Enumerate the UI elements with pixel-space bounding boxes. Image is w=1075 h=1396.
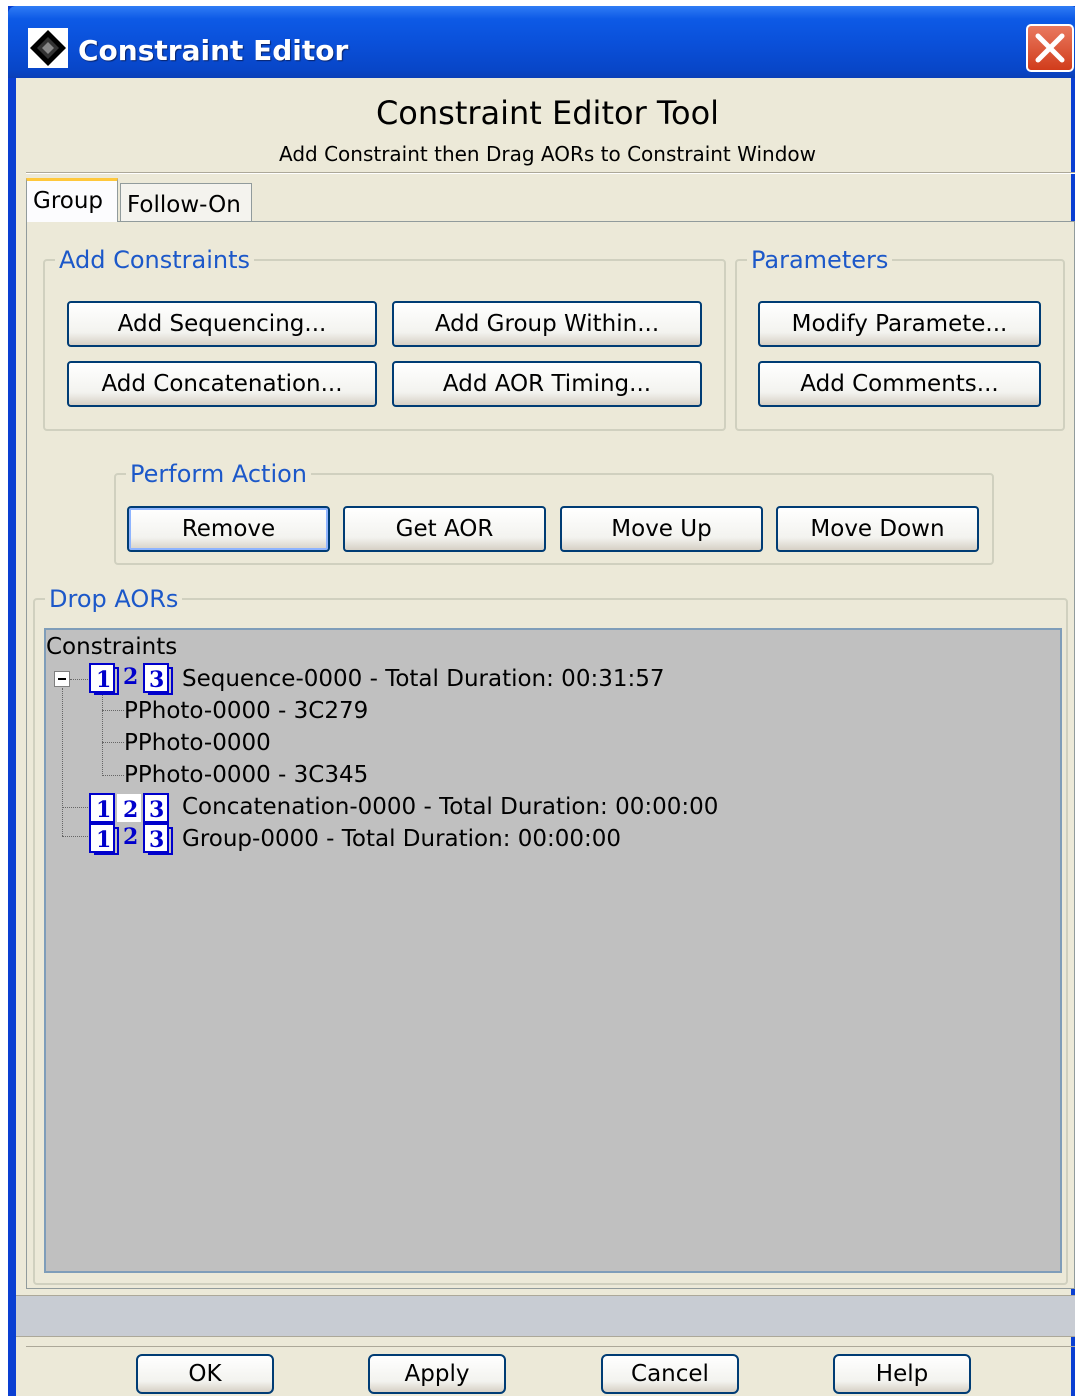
parameters-legend: Parameters: [751, 246, 889, 274]
modify-parameters-button[interactable]: Modify Paramete...: [758, 301, 1041, 347]
help-button[interactable]: Help: [833, 1354, 971, 1394]
sequence-icon: 1 2 3: [89, 663, 173, 695]
apply-button[interactable]: Apply: [368, 1354, 506, 1394]
title-bar[interactable]: Constraint Editor: [8, 6, 1075, 78]
tree-guide-line: [102, 694, 103, 776]
cancel-button[interactable]: Cancel: [601, 1354, 739, 1394]
tree-guide-line: [62, 688, 63, 836]
close-button[interactable]: [1026, 24, 1074, 72]
add-sequencing-button[interactable]: Add Sequencing...: [67, 301, 377, 347]
perform-action-legend: Perform Action: [130, 460, 307, 488]
tree-leaf-aor[interactable]: PPhoto-0000: [124, 730, 271, 756]
move-down-button[interactable]: Move Down: [776, 506, 979, 552]
tree-guide-line: [102, 775, 124, 776]
svg-text:1: 1: [96, 797, 111, 823]
svg-text:3: 3: [149, 667, 164, 693]
group-icon: 1 2 3: [89, 823, 173, 855]
tree-node-concatenation[interactable]: Concatenation-0000 - Total Duration: 00:…: [182, 794, 718, 820]
status-bar: [16, 1295, 1075, 1337]
tree-leaf-aor[interactable]: PPhoto-0000 - 3C345: [124, 762, 368, 788]
tree-guide-line: [62, 807, 88, 808]
svg-text:1: 1: [96, 827, 111, 853]
tree-node-group[interactable]: Group-0000 - Total Duration: 00:00:00: [182, 826, 621, 852]
tree-guide-line: [102, 710, 124, 711]
svg-text:3: 3: [149, 827, 164, 853]
dialog-subheading: Add Constraint then Drag AORs to Constra…: [278, 142, 816, 166]
footer-divider: [26, 1346, 1075, 1347]
add-concatenation-button[interactable]: Add Concatenation...: [67, 361, 377, 407]
concatenation-icon: 1 2 3: [89, 793, 169, 823]
tree-guide-line: [62, 836, 88, 837]
ok-button[interactable]: OK: [136, 1354, 274, 1394]
constraint-editor-window: Constraint Editor Constraint Editor Tool…: [8, 6, 1075, 1396]
tree-guide-line: [70, 679, 88, 680]
drop-aors-legend: Drop AORs: [49, 585, 179, 613]
dialog-heading: Constraint Editor Tool: [375, 94, 720, 132]
header-divider: [26, 172, 1075, 174]
tree-guide-line: [102, 742, 124, 743]
add-constraints-legend: Add Constraints: [59, 246, 251, 274]
tab-group[interactable]: Group: [26, 178, 118, 222]
svg-text:2: 2: [123, 664, 138, 690]
add-aor-timing-button[interactable]: Add AOR Timing...: [392, 361, 702, 407]
remove-button[interactable]: Remove: [127, 506, 330, 552]
svg-text:1: 1: [96, 667, 111, 693]
tree-node-sequence[interactable]: Sequence-0000 - Total Duration: 00:31:57: [182, 666, 664, 692]
get-aor-button[interactable]: Get AOR: [343, 506, 546, 552]
close-icon: [1035, 33, 1065, 63]
add-group-within-button[interactable]: Add Group Within...: [392, 301, 702, 347]
svg-text:2: 2: [123, 824, 138, 850]
window-title: Constraint Editor: [78, 34, 349, 67]
tree-root-constraints[interactable]: Constraints: [46, 634, 177, 660]
tree-leaf-aor[interactable]: PPhoto-0000 - 3C279: [124, 698, 368, 724]
collapse-toggle-icon[interactable]: [54, 671, 70, 687]
svg-text:3: 3: [149, 797, 164, 823]
tab-follow-on[interactable]: Follow-On: [120, 183, 252, 221]
constraints-tree[interactable]: Constraints 1 2 3 Sequence-0000 - Total …: [44, 628, 1062, 1273]
add-comments-button[interactable]: Add Comments...: [758, 361, 1041, 407]
diamond-app-icon: [28, 28, 68, 68]
move-up-button[interactable]: Move Up: [560, 506, 763, 552]
svg-text:2: 2: [123, 797, 138, 823]
